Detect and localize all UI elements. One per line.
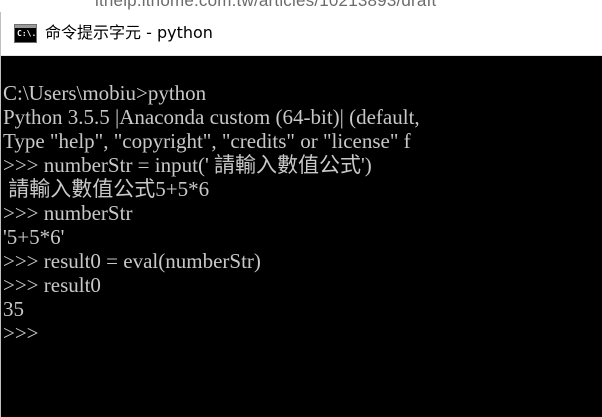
console-line: 請輸入數值公式5+5*6 [3,177,210,201]
console-line: 35 [3,297,24,321]
command-prompt-icon[interactable]: C:\. [14,24,37,43]
console-line: Python 3.5.5 |Anaconda custom (64-bit)| … [3,105,425,129]
browser-url-text: ithelp.ithome.com.tw/articles/10213893/d… [95,0,437,10]
icon-titlebar-stripe [15,25,36,28]
window-title: 命令提示字元 - python [45,23,213,42]
console-line: >>> numberStr = input(' 請輸入數值公式') [3,153,372,177]
command-prompt-window[interactable]: C:\. 命令提示字元 - python C:\Users\mobiu>pyth… [0,12,602,417]
icon-prompt-glyph: C:\. [17,29,37,38]
window-titlebar[interactable]: C:\. 命令提示字元 - python [1,12,602,56]
console-line: Type "help", "copyright", "credits" or "… [3,129,411,153]
console-line: >>> numberStr [3,201,133,225]
console-line: '5+5*6' [3,225,65,249]
console-line: >>> result0 = eval(numberStr) [3,249,261,273]
browser-background: ithelp.ithome.com.tw/articles/10213893/d… [0,0,602,12]
console-line: C:\Users\mobiu>python [3,81,207,105]
console-output[interactable]: C:\Users\mobiu>python Python 3.5.5 |Anac… [3,81,602,417]
console-prompt-line[interactable]: >>> [3,321,602,345]
console-line: >>> result0 [3,273,101,297]
